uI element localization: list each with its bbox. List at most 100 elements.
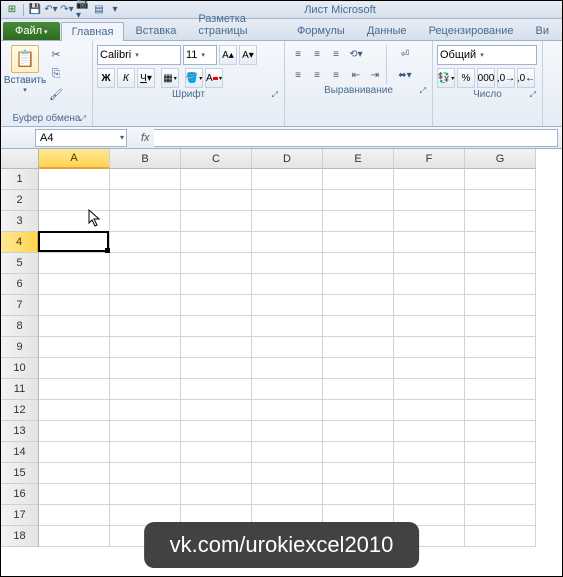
camera-icon[interactable]: 📷▾ [76, 3, 90, 17]
dialog-launcher-icon[interactable]: ⤢ [530, 90, 536, 100]
cell[interactable] [110, 169, 181, 190]
row-header[interactable]: 18 [1, 526, 39, 547]
cell[interactable] [181, 232, 252, 253]
cell[interactable] [181, 337, 252, 358]
cell[interactable] [394, 421, 465, 442]
formula-input[interactable] [154, 129, 558, 147]
cell[interactable] [465, 211, 536, 232]
align-top-button[interactable]: ≡ [289, 45, 307, 63]
cell[interactable] [39, 358, 110, 379]
cell[interactable] [39, 379, 110, 400]
row-header[interactable]: 1 [1, 169, 39, 190]
cell[interactable] [39, 505, 110, 526]
save-icon[interactable]: 💾 [28, 3, 42, 17]
cell[interactable] [394, 169, 465, 190]
cell[interactable] [181, 295, 252, 316]
cell[interactable] [252, 253, 323, 274]
row-header[interactable]: 3 [1, 211, 39, 232]
cell[interactable] [323, 274, 394, 295]
orientation-button[interactable]: ⟲▾ [347, 45, 365, 63]
cell[interactable] [252, 337, 323, 358]
cell[interactable] [252, 484, 323, 505]
row-header[interactable]: 9 [1, 337, 39, 358]
copy-button[interactable]: ⎘ [47, 65, 65, 83]
cell[interactable] [39, 400, 110, 421]
cell[interactable] [394, 379, 465, 400]
tab-home[interactable]: Главная [61, 22, 125, 41]
paste-button[interactable]: 📋 Вставить ▾ [5, 43, 45, 94]
cell[interactable] [394, 463, 465, 484]
align-middle-button[interactable]: ≡ [308, 45, 326, 63]
cell[interactable] [252, 316, 323, 337]
cell[interactable] [39, 316, 110, 337]
cut-button[interactable]: ✂ [47, 45, 65, 63]
cell[interactable] [323, 484, 394, 505]
cell[interactable] [465, 358, 536, 379]
excel-icon[interactable]: ⊞ [5, 3, 19, 17]
column-header[interactable]: C [181, 149, 252, 169]
row-header[interactable]: 11 [1, 379, 39, 400]
decrease-font-button[interactable]: A▾ [239, 45, 257, 65]
wrap-text-button[interactable]: ⏎ [391, 45, 419, 63]
qat-customize-icon[interactable]: ▾ [108, 3, 122, 17]
increase-indent-button[interactable]: ⇥ [366, 66, 384, 84]
cell[interactable] [323, 253, 394, 274]
cell[interactable] [465, 505, 536, 526]
row-header[interactable]: 4 [1, 232, 39, 253]
cell[interactable] [394, 295, 465, 316]
align-bottom-button[interactable]: ≡ [327, 45, 345, 63]
increase-decimal-button[interactable]: ,0→ [497, 68, 515, 88]
cell[interactable] [39, 337, 110, 358]
row-header[interactable]: 5 [1, 253, 39, 274]
font-name-combo[interactable]: Calibri▾ [97, 45, 181, 65]
cell[interactable] [465, 316, 536, 337]
cell[interactable] [252, 400, 323, 421]
row-header[interactable]: 8 [1, 316, 39, 337]
cell[interactable] [465, 442, 536, 463]
cell[interactable] [323, 379, 394, 400]
chevron-down-icon[interactable]: ▾ [201, 51, 205, 59]
cell[interactable] [394, 232, 465, 253]
undo-icon[interactable]: ↶▾ [44, 3, 58, 17]
cell[interactable] [394, 253, 465, 274]
cell[interactable] [110, 274, 181, 295]
chevron-down-icon[interactable]: ▾ [120, 133, 124, 142]
cell[interactable] [39, 169, 110, 190]
cell[interactable] [39, 526, 110, 547]
cell[interactable] [465, 190, 536, 211]
column-header[interactable]: D [252, 149, 323, 169]
italic-button[interactable]: К [117, 68, 135, 88]
fill-color-button[interactable]: 🪣 [185, 68, 203, 88]
align-left-button[interactable]: ≡ [289, 66, 307, 84]
cell[interactable] [465, 295, 536, 316]
format-painter-button[interactable]: 🖌 [47, 85, 65, 103]
cell[interactable] [181, 190, 252, 211]
cell[interactable] [110, 400, 181, 421]
cell[interactable] [252, 421, 323, 442]
tab-review[interactable]: Рецензирование [418, 21, 525, 40]
cell[interactable] [181, 211, 252, 232]
cell[interactable] [465, 400, 536, 421]
cell[interactable] [110, 211, 181, 232]
cell[interactable] [323, 190, 394, 211]
bold-button[interactable]: Ж [97, 68, 115, 88]
select-all-corner[interactable] [1, 149, 39, 169]
accounting-format-button[interactable]: 💱 [437, 68, 455, 88]
align-right-button[interactable]: ≡ [327, 66, 345, 84]
cell[interactable] [110, 190, 181, 211]
cell[interactable] [465, 337, 536, 358]
column-header[interactable]: G [465, 149, 536, 169]
cell[interactable] [252, 442, 323, 463]
cell[interactable] [394, 442, 465, 463]
cell[interactable] [465, 379, 536, 400]
tab-insert[interactable]: Вставка [124, 21, 187, 40]
cell[interactable] [465, 484, 536, 505]
cell[interactable] [323, 463, 394, 484]
cell[interactable] [323, 358, 394, 379]
row-header[interactable]: 13 [1, 421, 39, 442]
cell-grid[interactable] [39, 169, 536, 547]
cell[interactable] [394, 484, 465, 505]
tab-file[interactable]: Файл [3, 22, 60, 40]
row-header[interactable]: 15 [1, 463, 39, 484]
name-box[interactable]: A4 ▾ [35, 129, 127, 147]
